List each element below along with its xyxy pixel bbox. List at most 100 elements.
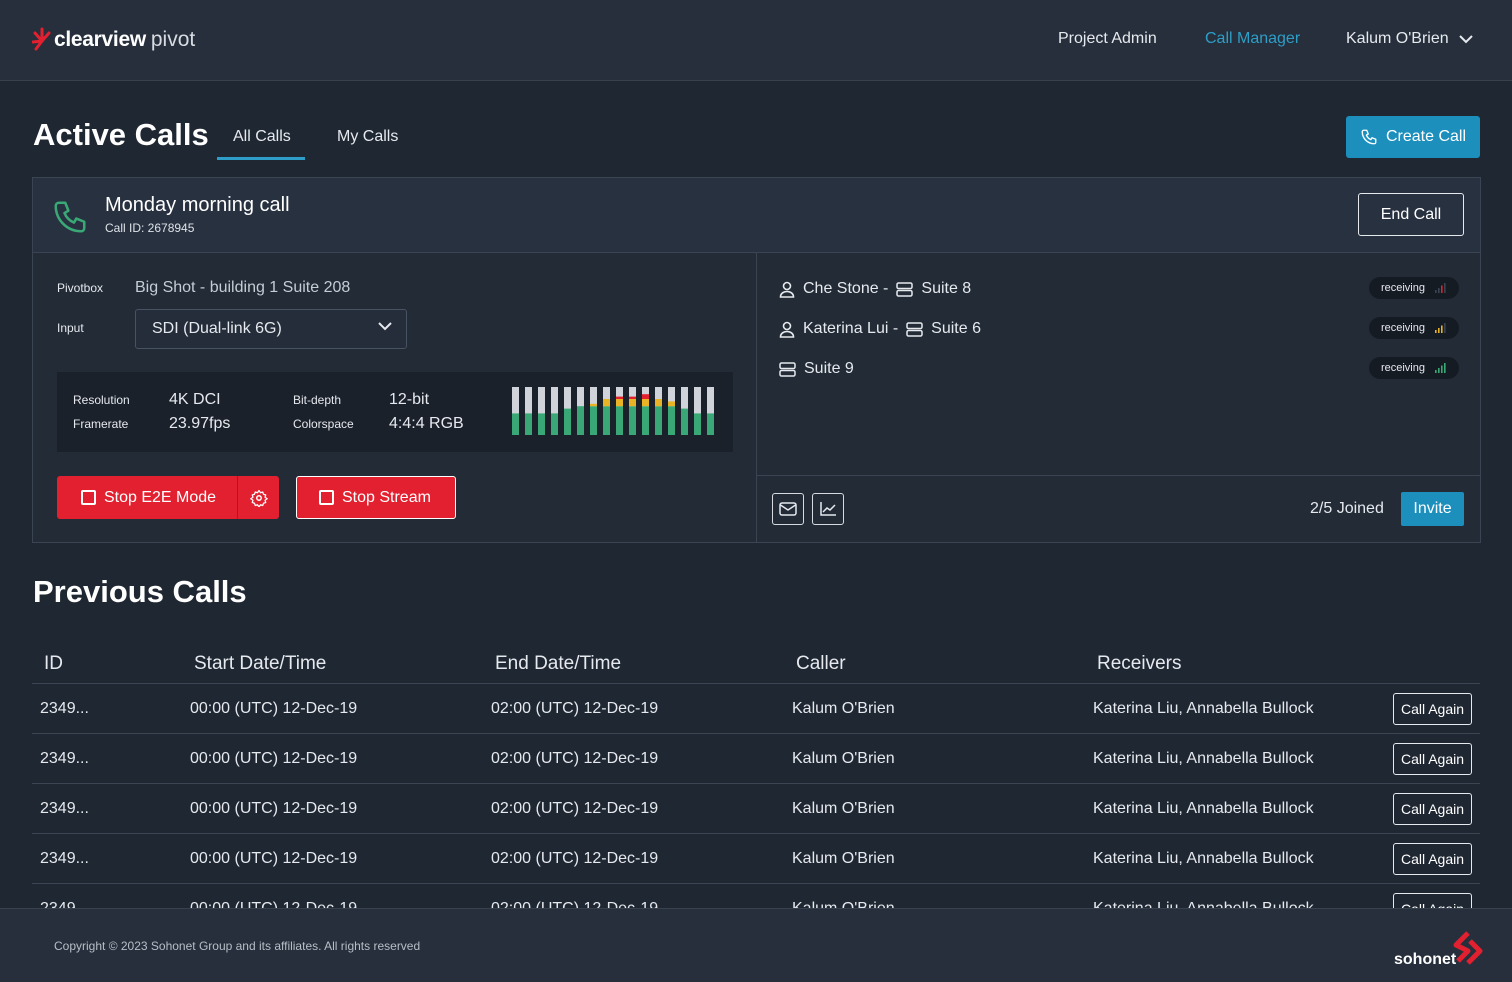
meter-level xyxy=(642,406,649,435)
clearview-pivot-logo[interactable]: clearview pivot xyxy=(32,20,195,60)
stop-e2e-button[interactable]: Stop E2E Mode xyxy=(57,476,237,519)
cell-id: 2349... xyxy=(40,850,89,867)
call-again-button[interactable]: Call Again xyxy=(1393,693,1472,725)
cell-end-time: 02:00 (UTC) 12-Dec-19 xyxy=(491,700,659,717)
call-receivers-panel: Che Stone - Suite 8 receiving Katerina L… xyxy=(756,253,1480,542)
audio-level-meters xyxy=(512,387,714,435)
joined-count: 2/5 Joined xyxy=(1310,500,1384,517)
cell-caller: Kalum O'Brien xyxy=(792,850,895,867)
framerate-value: 23.97fps xyxy=(169,415,231,432)
meter-level-warn xyxy=(642,399,649,407)
meter-level xyxy=(629,406,636,435)
status-badge: receiving xyxy=(1368,357,1459,379)
sohonet-wordmark: sohonet xyxy=(1394,951,1457,968)
user-icon xyxy=(779,281,795,298)
server-icon xyxy=(896,281,914,297)
status-text: receiving xyxy=(1380,362,1425,374)
table-row: 2349... 00:00 (UTC) 12-Dec-19 02:00 (UTC) … xyxy=(32,784,1480,834)
call-id: Call ID: 2678945 xyxy=(105,221,195,235)
logo-burst-icon xyxy=(32,27,51,51)
e2e-settings-button[interactable] xyxy=(238,476,279,519)
bitdepth-value: 12-bit xyxy=(389,391,430,408)
stop-square-icon xyxy=(319,490,334,505)
call-again-button[interactable]: Call Again xyxy=(1393,793,1472,825)
receivers-footer: 2/5 Joined Invite xyxy=(757,475,1480,542)
stop-square-icon xyxy=(81,490,96,505)
colorspace-value: 4:4:4 RGB xyxy=(389,415,464,432)
cell-start-time: 00:00 (UTC) 12-Dec-19 xyxy=(190,800,358,817)
meter-level xyxy=(577,406,584,435)
meter-level-peak xyxy=(642,394,649,399)
line-chart-icon xyxy=(820,502,836,516)
create-call-button[interactable]: Create Call xyxy=(1346,116,1480,158)
call-again-button[interactable]: Call Again xyxy=(1393,843,1472,875)
cell-id: 2349... xyxy=(40,800,89,817)
receiver-person: Katerina Lui - xyxy=(803,320,899,337)
cell-end-time: 02:00 (UTC) 12-Dec-19 xyxy=(491,750,659,767)
stop-stream-button[interactable]: Stop Stream xyxy=(296,476,456,519)
end-call-button[interactable]: End Call xyxy=(1358,193,1464,236)
invite-button[interactable]: Invite xyxy=(1401,492,1464,526)
table-header: ID Start Date/Time End Date/Time Caller … xyxy=(32,645,1480,684)
meter-level xyxy=(603,406,610,435)
cell-receivers: Katerina Liu, Annabella Bullock xyxy=(1093,800,1314,817)
colorspace-label: Colorspace xyxy=(293,417,354,431)
column-header-caller: Caller xyxy=(796,653,846,674)
active-calls-title: Active Calls xyxy=(33,117,209,152)
meter-level xyxy=(538,413,545,435)
resolution-value: 4K DCI xyxy=(169,391,221,408)
input-label: Input xyxy=(57,321,84,335)
create-call-label: Create Call xyxy=(1385,128,1467,145)
signal-bars-icon xyxy=(1435,363,1446,373)
stop-e2e-split-button: Stop E2E Mode xyxy=(57,476,279,519)
active-tab-indicator xyxy=(217,157,305,160)
meter-level xyxy=(525,413,532,435)
table-row: 2349... 00:00 (UTC) 12-Dec-19 02:00 (UTC) … xyxy=(32,734,1480,784)
user-menu[interactable]: Kalum O'Brien xyxy=(1346,30,1473,48)
nav-call-manager[interactable]: Call Manager xyxy=(1205,30,1300,48)
status-text: receiving xyxy=(1380,282,1425,294)
tab-all-calls[interactable]: All Calls xyxy=(233,128,291,146)
cell-receivers: Katerina Liu, Annabella Bullock xyxy=(1093,850,1314,867)
meter-level xyxy=(655,406,662,435)
column-header-receivers: Receivers xyxy=(1097,653,1182,674)
input-select[interactable]: SDI (Dual-link 6G) xyxy=(135,309,407,349)
meter-level xyxy=(694,413,701,435)
meter-level-warn xyxy=(590,403,597,407)
cell-id: 2349... xyxy=(40,750,89,767)
cell-end-time: 02:00 (UTC) 12-Dec-19 xyxy=(491,800,659,817)
meter-level xyxy=(551,413,558,435)
server-icon xyxy=(906,321,923,337)
meter-level-peak xyxy=(616,396,623,399)
receiver-row: Che Stone - Suite 8 receiving xyxy=(779,277,1459,301)
signal-bars-icon xyxy=(1435,323,1446,333)
cell-caller: Kalum O'Brien xyxy=(792,700,895,717)
tab-my-calls[interactable]: My Calls xyxy=(337,128,398,146)
meter-level-warn xyxy=(629,399,636,407)
column-header-end: End Date/Time xyxy=(495,653,622,674)
stats-chart-button[interactable] xyxy=(812,493,844,525)
page-footer: Copyright © 2023 Sohonet Group and its a… xyxy=(0,908,1512,982)
meter-level xyxy=(668,406,675,435)
table-row: 2349... 00:00 (UTC) 12-Dec-19 02:00 (UTC) … xyxy=(32,834,1480,884)
active-call-card: Monday morning call Call ID: 2678945 End… xyxy=(32,177,1481,543)
sohonet-logo[interactable]: sohonet xyxy=(1394,931,1490,975)
cell-start-time: 00:00 (UTC) 12-Dec-19 xyxy=(190,850,358,867)
signal-bars-icon xyxy=(1435,283,1446,293)
user-name: Kalum O'Brien xyxy=(1346,30,1449,47)
receiver-row: Suite 9 receiving xyxy=(779,357,1459,381)
chevron-down-icon xyxy=(378,322,392,331)
call-name: Monday morning call xyxy=(105,194,290,216)
meter-level-warn xyxy=(668,401,675,407)
phone-icon xyxy=(1361,129,1377,145)
meter-level-warn xyxy=(655,399,662,407)
cell-start-time: 00:00 (UTC) 12-Dec-19 xyxy=(190,750,358,767)
call-again-button[interactable]: Call Again xyxy=(1393,743,1472,775)
receiver-suite: Suite 9 xyxy=(804,360,854,377)
column-header-start: Start Date/Time xyxy=(194,653,327,674)
message-button[interactable] xyxy=(772,493,804,525)
framerate-label: Framerate xyxy=(73,417,129,431)
bitdepth-label: Bit-depth xyxy=(293,393,342,407)
meter-level-warn xyxy=(603,399,610,407)
nav-project-admin[interactable]: Project Admin xyxy=(1058,30,1157,48)
